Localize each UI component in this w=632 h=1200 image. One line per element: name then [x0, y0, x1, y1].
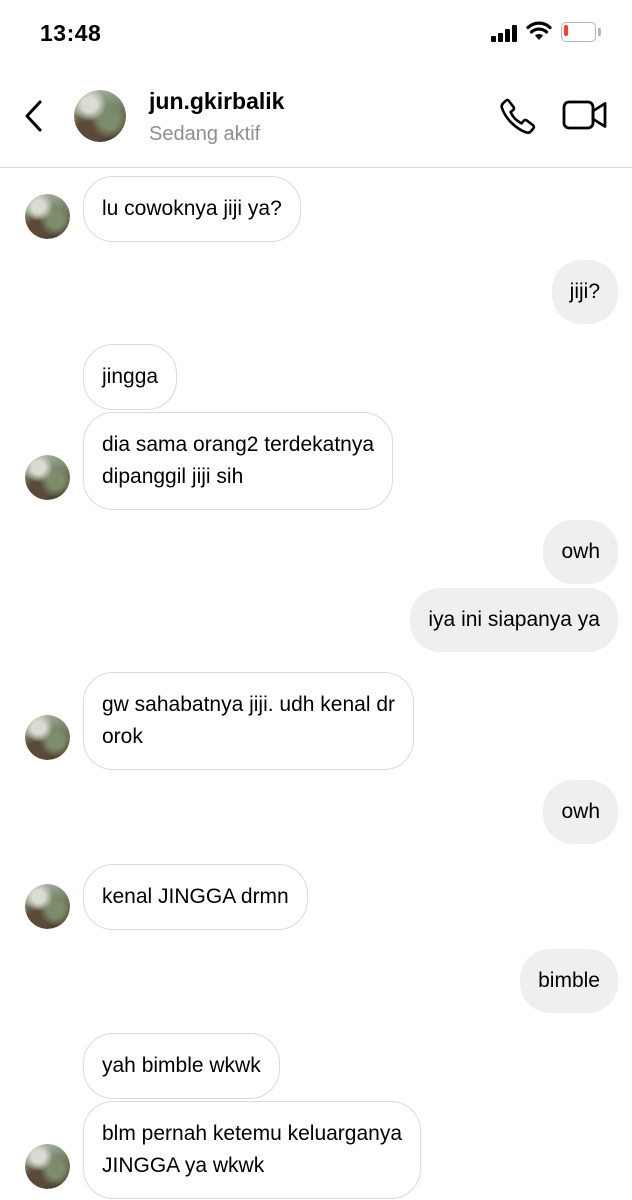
username[interactable]: jun.gkirbalik — [149, 88, 284, 115]
video-camera-icon[interactable] — [562, 98, 608, 132]
incoming-message[interactable]: blm pernah ketemu keluarganya JINGGA ya … — [83, 1101, 422, 1199]
outgoing-message[interactable]: iya ini siapanya ya — [410, 588, 618, 652]
active-status: Sedang aktif — [149, 123, 261, 145]
incoming-message[interactable]: yah bimble wkwk — [83, 1033, 280, 1099]
sender-avatar[interactable] — [25, 1144, 70, 1189]
battery-low-icon — [561, 22, 601, 42]
message-line: gw sahabatnya jiji. udh kenal dr — [102, 693, 396, 716]
message-line: blm pernah ketemu keluarganya — [102, 1122, 403, 1145]
sender-avatar[interactable] — [25, 715, 70, 760]
message-line: dipanggil jiji sih — [102, 465, 244, 488]
incoming-message[interactable]: dia sama orang2 terdekatnya dipanggil ji… — [83, 412, 394, 510]
incoming-message[interactable]: kenal JINGGA drmn — [83, 864, 308, 930]
outgoing-message[interactable]: owh — [543, 780, 618, 844]
phone-icon[interactable] — [498, 96, 538, 136]
incoming-message[interactable]: jingga — [83, 344, 178, 410]
outgoing-message[interactable]: bimble — [520, 949, 618, 1013]
outgoing-message[interactable]: owh — [543, 520, 618, 584]
incoming-message[interactable]: gw sahabatnya jiji. udh kenal dr orok — [83, 672, 415, 770]
avatar[interactable] — [74, 90, 126, 142]
wifi-icon — [526, 21, 552, 40]
cellular-signal-icon — [491, 25, 519, 42]
incoming-message[interactable]: lu cowoknya jiji ya? — [83, 176, 301, 242]
sender-avatar[interactable] — [25, 455, 70, 500]
status-time: 13:48 — [40, 20, 102, 46]
outgoing-message[interactable]: jiji? — [551, 260, 618, 324]
message-thread[interactable]: lu cowoknya jiji ya? jiji? jingga dia sa… — [0, 168, 632, 1200]
chat-header: jun.gkirbalik Sedang aktif — [0, 66, 632, 168]
sender-avatar[interactable] — [25, 194, 70, 239]
status-bar: 13:48 — [0, 0, 632, 66]
sender-avatar[interactable] — [25, 884, 70, 929]
message-line: dia sama orang2 terdekatnya — [102, 433, 375, 456]
message-line: orok — [102, 725, 143, 748]
chevron-left-icon[interactable] — [18, 94, 50, 138]
message-line: JINGGA ya wkwk — [102, 1154, 265, 1177]
